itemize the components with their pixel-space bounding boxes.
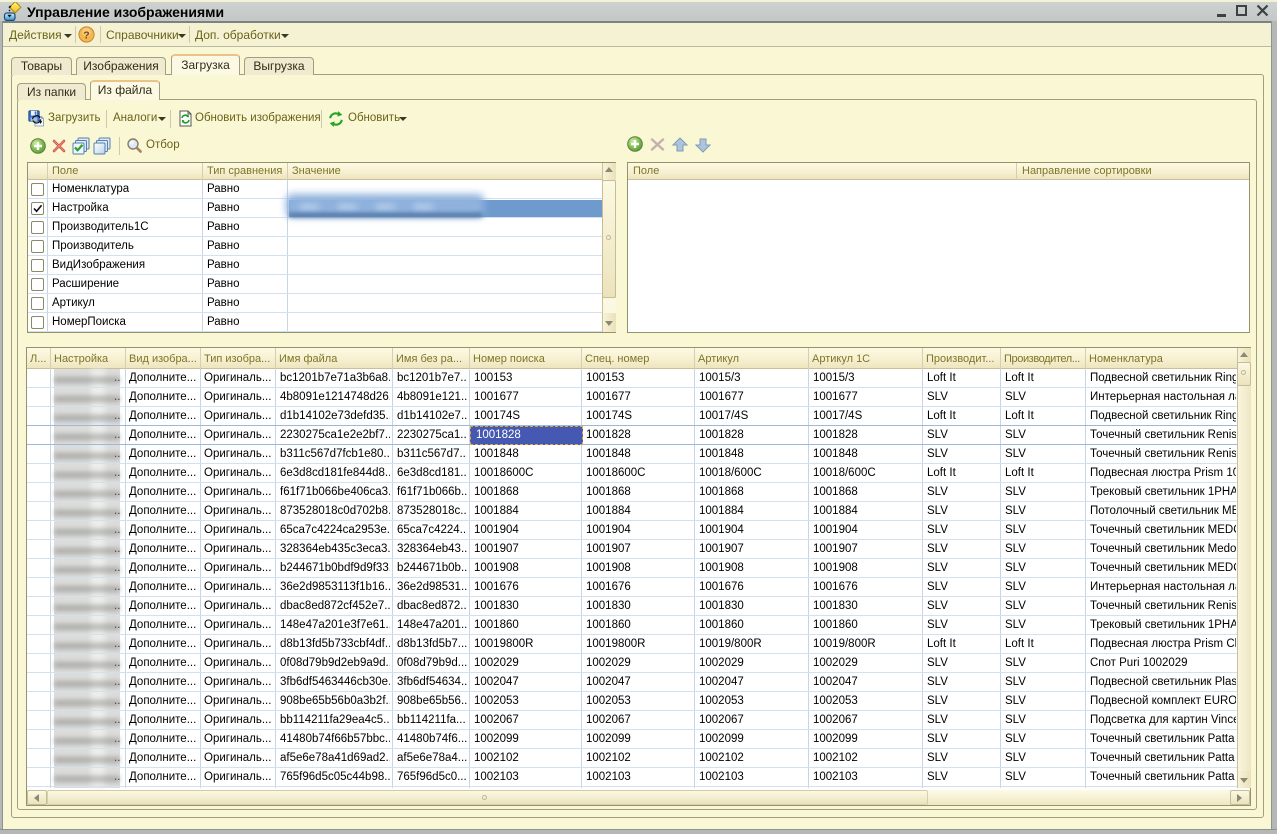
svg-text:?: ? xyxy=(83,29,89,41)
